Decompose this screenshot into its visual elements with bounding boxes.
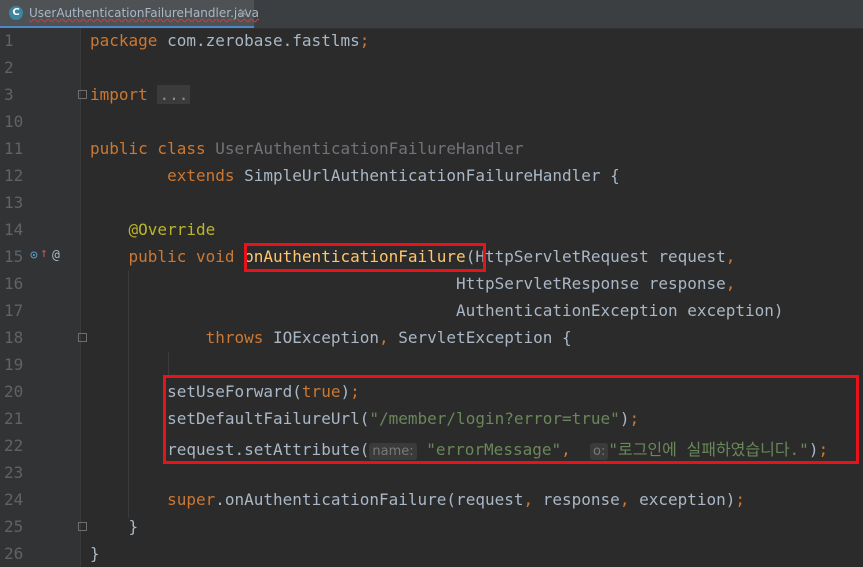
annotation-at-icon[interactable]: @ <box>52 248 60 263</box>
code-token: AuthenticationException exception) <box>90 301 784 320</box>
line-number: 23 <box>4 463 24 482</box>
gutter-divider <box>80 28 81 567</box>
code-token: ... <box>157 85 191 104</box>
code-token: public class <box>90 139 216 158</box>
code-line: } <box>90 517 139 536</box>
line-number: 16 <box>4 274 24 293</box>
code-token: , <box>379 328 399 347</box>
line-number: 19 <box>4 355 24 374</box>
line-number: 22 <box>4 436 24 455</box>
fold-collapse-icon[interactable] <box>78 333 87 342</box>
code-token: ServletException { <box>398 328 572 347</box>
code-line: @Override <box>90 220 216 239</box>
code-token: , <box>523 490 543 509</box>
code-token: ; <box>359 31 370 50</box>
code-token: @Override <box>90 220 216 239</box>
code-token: UserAuthenticationFailureHandler <box>215 139 524 158</box>
code-token: HttpServletResponse response <box>90 274 726 293</box>
code-line: super.onAuthenticationFailure(request, r… <box>90 490 745 509</box>
line-number: 13 <box>4 193 24 212</box>
code-token: extends <box>90 166 245 185</box>
code-token: , <box>725 247 736 266</box>
method-name-highlight <box>244 243 486 272</box>
fold-expand-icon[interactable] <box>78 90 87 99</box>
line-number: 17 <box>4 301 24 320</box>
code-line: extends SimpleUrlAuthenticationFailureHa… <box>90 166 620 185</box>
line-number: 21 <box>4 409 24 428</box>
code-line: import ... <box>90 85 191 104</box>
indent-guide <box>168 352 169 376</box>
tab-user-authentication-failure-handler[interactable]: C UserAuthenticationFailureHandler.java … <box>0 0 259 28</box>
code-token: , <box>619 490 640 509</box>
line-number: 11 <box>4 139 24 158</box>
line-number: 26 <box>4 544 24 563</box>
code-token: public void <box>90 247 245 266</box>
line-number: 18 <box>4 328 24 347</box>
code-token: .onAuthenticationFailure(request <box>215 490 524 509</box>
line-number: 3 <box>4 85 14 104</box>
code-line: HttpServletResponse response, <box>90 274 735 293</box>
code-line: AuthenticationException exception) <box>90 301 784 320</box>
line-number: 1 <box>4 31 14 50</box>
code-line: public class UserAuthenticationFailureHa… <box>90 139 523 158</box>
code-line: throws IOException, ServletException { <box>90 328 572 347</box>
line-number: 14 <box>4 220 24 239</box>
arrow-up-icon[interactable]: ↑ <box>40 246 48 261</box>
code-token: com.zerobase.fastlms <box>167 31 360 50</box>
code-token: import <box>90 85 158 104</box>
tab-title: UserAuthenticationFailureHandler.java <box>29 6 260 20</box>
code-token: } <box>90 517 139 536</box>
line-number: 15 <box>4 247 24 266</box>
line-number: 24 <box>4 490 24 509</box>
code-token: , <box>725 274 736 293</box>
code-token: IOException <box>273 328 379 347</box>
editor-tab-bar: C UserAuthenticationFailureHandler.java … <box>0 0 863 29</box>
line-number: 20 <box>4 382 24 401</box>
line-number: 12 <box>4 166 24 185</box>
code-token: exception) <box>639 490 736 509</box>
fold-collapse-icon[interactable] <box>78 522 87 531</box>
line-gutter <box>0 28 80 567</box>
code-line: } <box>90 544 100 563</box>
code-token: super <box>90 490 216 509</box>
line-number: 25 <box>4 517 24 536</box>
code-line: package com.zerobase.fastlms; <box>90 31 369 50</box>
code-token: ; <box>735 490 746 509</box>
java-class-icon: C <box>9 6 23 20</box>
code-token: package <box>90 31 168 50</box>
code-token: SimpleUrlAuthenticationFailureHandler { <box>244 166 620 185</box>
close-icon[interactable]: × <box>238 5 248 19</box>
code-block-highlight <box>163 375 859 464</box>
code-token: } <box>90 544 100 563</box>
code-token: throws <box>90 328 274 347</box>
override-implementation-icon[interactable]: ⊙ <box>30 248 38 263</box>
line-number: 10 <box>4 112 24 131</box>
code-token: (HttpServletRequest request <box>465 247 726 266</box>
code-token: response <box>542 490 620 509</box>
line-number: 2 <box>4 58 14 77</box>
